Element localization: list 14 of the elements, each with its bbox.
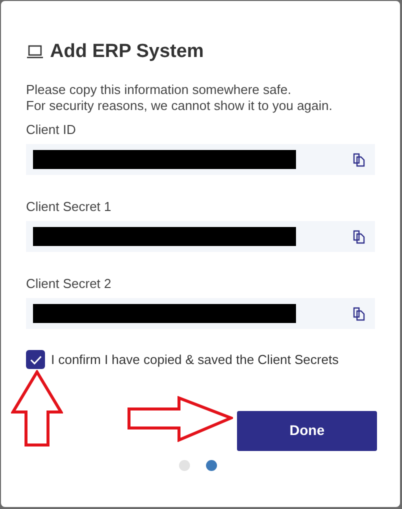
message-text: Please copy this information somewhere safe. bbox=[26, 82, 292, 98]
field-label: Client ID bbox=[26, 122, 77, 138]
confirm-label: I confirm I have copied & saved the Client Secrets bbox=[51, 351, 339, 369]
laptop-icon bbox=[26, 45, 44, 59]
checkbox[interactable] bbox=[26, 350, 45, 370]
copy-icon[interactable] bbox=[353, 306, 365, 320]
check-icon bbox=[30, 354, 42, 365]
copy-icon[interactable] bbox=[353, 230, 365, 244]
done-button[interactable]: Done bbox=[237, 410, 377, 450]
copy-icon[interactable] bbox=[353, 152, 365, 166]
field-label: Client Secret 1 bbox=[26, 199, 112, 215]
dialog-title: Add ERP System bbox=[50, 40, 204, 64]
message-text: For security reasons, we cannot show it to you again. bbox=[26, 98, 334, 114]
field-label: Client Secret 2 bbox=[26, 276, 112, 292]
